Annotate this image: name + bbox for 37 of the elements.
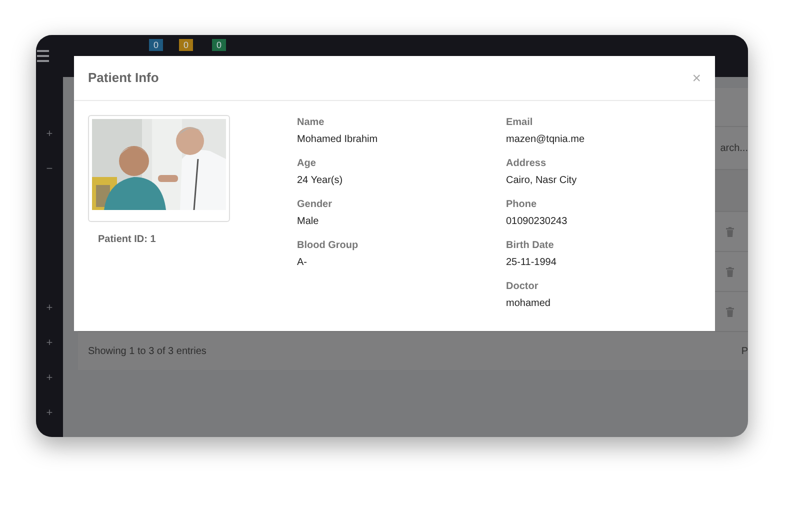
sidebar-expand-toggle[interactable]: + <box>36 361 63 396</box>
field-value: 01090230243 <box>506 216 568 228</box>
trash-icon[interactable] <box>726 226 734 236</box>
pagination-text: P <box>741 344 748 358</box>
modal-title: Patient Info <box>88 70 159 86</box>
field-label: Blood Group <box>297 240 360 252</box>
field-label: Age <box>297 158 317 170</box>
field-value: mohamed <box>506 298 552 310</box>
sidebar-expand-toggle[interactable]: − <box>36 152 63 187</box>
field-value: 24 Year(s) <box>297 175 344 187</box>
entries-info: Showing 1 to 3 of 3 entries <box>88 344 206 358</box>
field-value: Male <box>297 216 320 228</box>
sidebar-expand-toggle[interactable]: + <box>36 117 63 152</box>
search-field[interactable]: arch... <box>720 140 748 156</box>
field-label: Address <box>506 158 548 170</box>
field-label: Birth Date <box>506 240 555 252</box>
field-value: 25-11-1994 <box>506 257 558 269</box>
field-label: Phone <box>506 199 538 211</box>
field-value: mazen@tqnia.me <box>506 134 586 146</box>
field-label: Gender <box>297 199 334 211</box>
sidebar-expand-toggle[interactable]: + <box>36 326 63 361</box>
notification-badge[interactable]: 0 <box>179 39 193 51</box>
notification-badge[interactable]: 0 <box>212 39 226 51</box>
sidebar-expand-toggle[interactable]: + <box>36 396 63 431</box>
patient-id: Patient ID: 1 <box>98 233 157 247</box>
notification-badge[interactable]: 0 <box>149 39 163 51</box>
menu-icon[interactable] <box>37 50 49 62</box>
field-label: Email <box>506 117 534 129</box>
sidebar-expand-toggle[interactable]: + <box>36 291 63 326</box>
field-label: Name <box>297 117 326 129</box>
close-button[interactable]: × <box>692 70 701 86</box>
trash-icon[interactable] <box>726 306 734 316</box>
field-value: Mohamed Ibrahim <box>297 134 379 146</box>
trash-icon[interactable] <box>726 266 734 276</box>
field-label: Doctor <box>506 281 540 293</box>
field-value: A- <box>297 257 308 269</box>
field-value: Cairo, Nasr City <box>506 175 578 187</box>
